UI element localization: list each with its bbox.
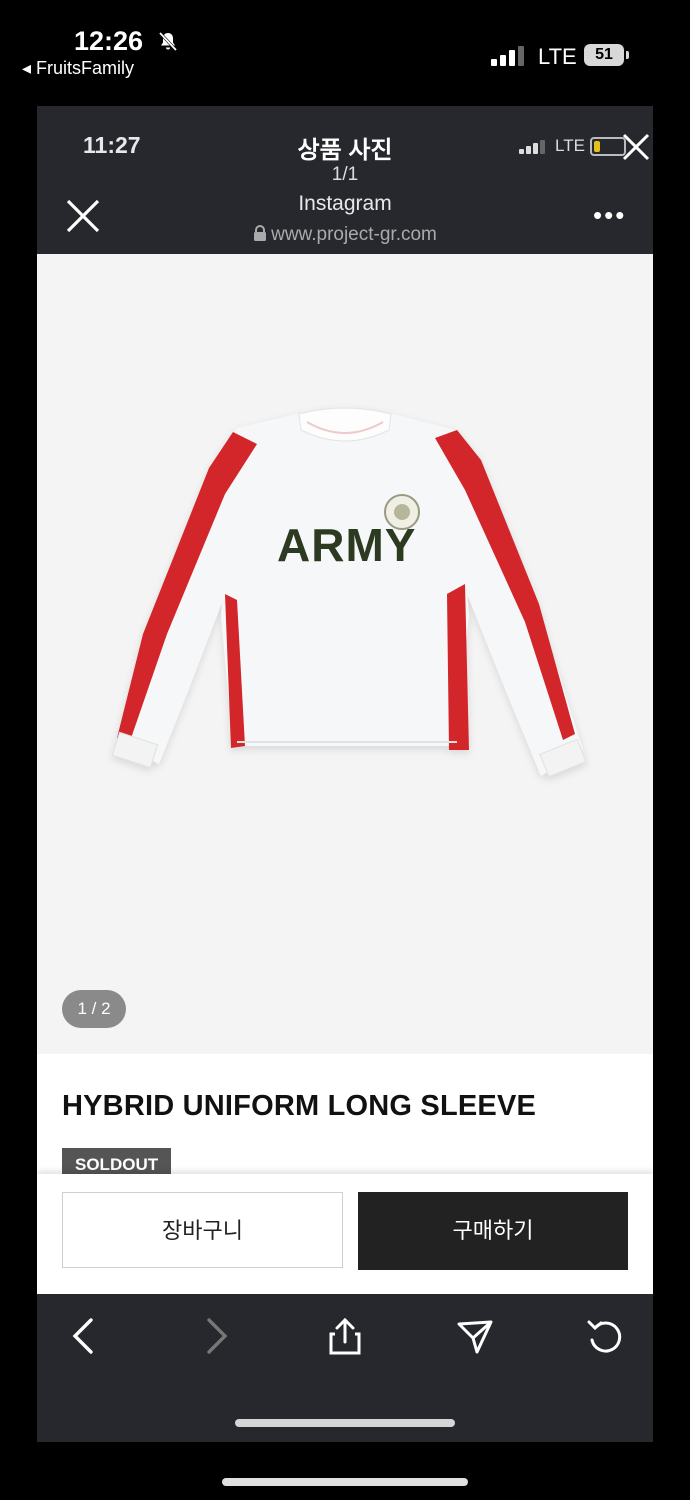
signal-icon: [491, 46, 524, 66]
url-text: www.project-gr.com: [271, 224, 437, 245]
image-counter: 1 / 2: [62, 990, 126, 1028]
inner-signal-icon: [519, 140, 545, 154]
inner-battery-fill: [594, 141, 600, 152]
inner-home-indicator: [235, 1419, 455, 1427]
share-icon[interactable]: [327, 1316, 363, 1356]
battery-tip: [626, 51, 629, 59]
back-icon[interactable]: [69, 1316, 99, 1356]
product-title: HYBRID UNIFORM LONG SLEEVE: [62, 1090, 537, 1122]
refresh-icon[interactable]: [585, 1316, 625, 1356]
home-indicator[interactable]: [222, 1478, 468, 1486]
forward-icon[interactable]: [201, 1316, 231, 1356]
more-options-icon[interactable]: •••: [593, 200, 626, 231]
close-viewer-icon[interactable]: [621, 132, 651, 162]
lock-icon: [254, 225, 267, 241]
battery-icon: 51: [584, 44, 624, 66]
status-time: 12:26: [74, 26, 144, 56]
url-bar[interactable]: www.project-gr.com: [37, 224, 653, 246]
send-icon[interactable]: [455, 1316, 495, 1356]
source-label: Instagram: [298, 192, 392, 215]
embedded-screenshot: 11:27 상품 사진 1/1 LTE Instagram www.projec…: [37, 106, 653, 1442]
shirt-print-text: ARMY: [277, 519, 417, 571]
bell-muted-icon: [158, 31, 178, 52]
inner-network-label: LTE: [555, 136, 585, 155]
add-to-cart-button[interactable]: 장바구니: [62, 1192, 343, 1268]
network-label: LTE: [538, 44, 577, 69]
buy-now-button[interactable]: 구매하기: [358, 1192, 628, 1270]
shirt-illustration: [111, 407, 587, 778]
product-image[interactable]: ARMY: [37, 254, 653, 1054]
viewer-count: 1/1: [331, 164, 359, 185]
back-to-app-link[interactable]: ◂ FruitsFamily: [22, 58, 134, 79]
